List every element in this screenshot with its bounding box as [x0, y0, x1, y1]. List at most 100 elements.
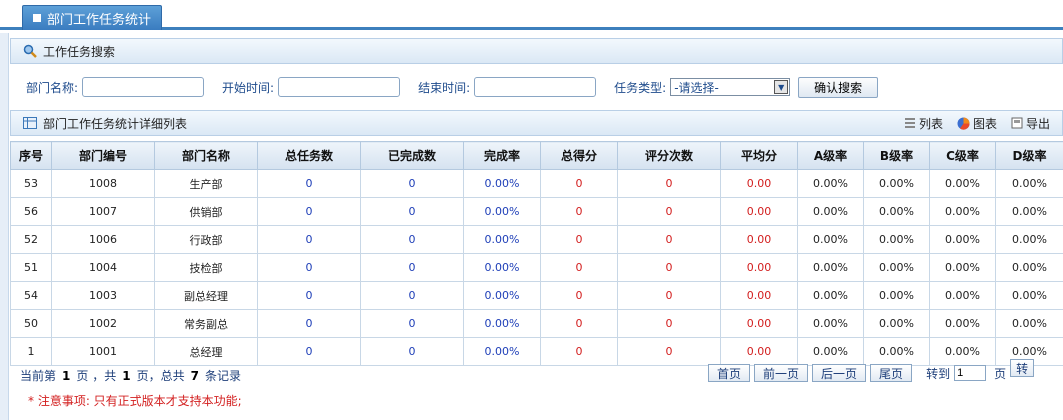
table-cell: 0.00%: [863, 253, 930, 282]
export-label: 导出: [1025, 116, 1050, 131]
table-cell: 0.00%: [995, 281, 1063, 310]
stats-table-container: 序号 部门编号 部门名称 总任务数 已完成数 完成率 总得分 评分次数 平均分 …: [10, 141, 1063, 366]
prev-page-button[interactable]: 前一页: [754, 364, 809, 382]
next-page-button[interactable]: 后一页: [812, 364, 867, 382]
export-icon: [1011, 117, 1023, 129]
pager-mid: 页 ，共: [76, 369, 117, 383]
table-cell: 行政部: [154, 225, 258, 254]
table-cell: 0.00: [720, 337, 798, 366]
table-cell: 0: [540, 169, 618, 198]
table-cell: 0: [257, 281, 361, 310]
pager-prefix: 当前第: [20, 369, 57, 383]
table-row: 1 1001 总经理 0 0 0.00% 0 0 0.00 0.00% 0.00% 0.00% 0.00…: [10, 337, 1063, 366]
table-cell: 0: [617, 197, 721, 226]
chart-view-button[interactable]: 图表: [957, 115, 997, 132]
notice: * 注意事项: 只有正式版本才支持本功能;: [28, 392, 242, 409]
table-cell: 0: [360, 169, 464, 198]
task-type-select[interactable]: -请选择- ▼: [670, 78, 791, 96]
go-button[interactable]: 转: [1010, 359, 1035, 377]
table-cell: 0: [257, 197, 361, 226]
top-tab-bar: 部门工作任务统计: [0, 0, 1063, 30]
table-cell: 0.00: [720, 169, 798, 198]
table-cell: 1007: [51, 197, 155, 226]
table-cell: 0.00%: [863, 281, 930, 310]
table-cell: 0.00%: [929, 281, 996, 310]
table-cell: 0.00%: [863, 197, 930, 226]
list-toolbar: 列表 图表 导出: [904, 115, 1062, 132]
table-cell: 0: [257, 309, 361, 338]
task-type-label: 任务类型:: [614, 80, 667, 95]
list-section-header: 部门工作任务统计详细列表 列表 图表 导出: [10, 110, 1063, 136]
notice-text: 注意事项: 只有正式版本才支持本功能;: [37, 394, 242, 408]
table-row: 53 1008 生产部 0 0 0.00% 0 0 0.00 0.00% 0.00% 0.00% 0.0…: [10, 169, 1063, 198]
table-cell: 供销部: [154, 197, 258, 226]
table-cell: 0.00%: [463, 225, 541, 254]
table-cell: 0: [360, 197, 464, 226]
left-frame-strip: [0, 33, 9, 420]
end-time-label: 结束时间:: [418, 80, 471, 95]
table-cell: 0.00%: [863, 225, 930, 254]
list-icon: [904, 118, 915, 128]
col-header: 总得分: [540, 141, 618, 170]
table-cell: 0.00%: [929, 225, 996, 254]
table-cell: 生产部: [154, 169, 258, 198]
dept-name-input[interactable]: [82, 77, 205, 97]
col-header: D级率: [995, 141, 1063, 170]
list-view-button[interactable]: 列表: [904, 115, 943, 132]
table-cell: 1004: [51, 253, 155, 282]
magnifier-icon: [23, 44, 37, 58]
table-cell: 0: [617, 253, 721, 282]
export-button[interactable]: 导出: [1011, 115, 1050, 132]
table-cell: 0.00%: [797, 169, 864, 198]
table-cell: 0: [617, 281, 721, 310]
start-time-input[interactable]: [278, 77, 401, 97]
table-cell: 0.00%: [863, 309, 930, 338]
table-cell: 0.00%: [463, 337, 541, 366]
table-cell: 0.00%: [797, 337, 864, 366]
table-cell: 技检部: [154, 253, 258, 282]
table-cell: 0: [540, 225, 618, 254]
table-row: 56 1007 供销部 0 0 0.00% 0 0 0.00 0.00% 0.00% 0.00% 0.0…: [10, 197, 1063, 226]
table-cell: 1008: [51, 169, 155, 198]
table-cell: 0: [617, 169, 721, 198]
table-cell: 1006: [51, 225, 155, 254]
table-cell: 0: [617, 309, 721, 338]
pager-suffix1: 页，总共: [136, 369, 185, 383]
dept-name-label: 部门名称:: [26, 80, 79, 95]
table-cell: 51: [10, 253, 52, 282]
pager-controls: 首页 前一页 后一页 尾页 转到 页 转: [708, 359, 1035, 382]
table-cell: 56: [10, 197, 52, 226]
table-row: 50 1002 常务副总 0 0 0.00% 0 0 0.00 0.00% 0.00% 0.00% 0.…: [10, 309, 1063, 338]
table-cell: 副总经理: [154, 281, 258, 310]
table-cell: 0.00%: [995, 169, 1063, 198]
page-unit: 页: [994, 366, 1007, 381]
table-cell: 0.00%: [863, 337, 930, 366]
table-cell: 0.00%: [463, 309, 541, 338]
table-cell: 0: [360, 281, 464, 310]
table-cell: 0: [540, 253, 618, 282]
confirm-search-button[interactable]: 确认搜索: [798, 76, 879, 98]
table-cell: 0.00%: [797, 281, 864, 310]
table-cell: 1001: [51, 337, 155, 366]
col-header: C级率: [929, 141, 996, 170]
goto-page-input[interactable]: [954, 365, 987, 381]
chevron-down-icon[interactable]: ▼: [774, 80, 789, 94]
col-header: 已完成数: [360, 141, 464, 170]
table-cell: 0.00%: [797, 309, 864, 338]
table-cell: 0.00%: [995, 253, 1063, 282]
table-cell: 0: [360, 309, 464, 338]
table-icon: [23, 117, 37, 129]
goto-label: 转到: [926, 366, 951, 381]
table-header-row: 序号 部门编号 部门名称 总任务数 已完成数 完成率 总得分 评分次数 平均分 …: [10, 141, 1063, 170]
table-cell: 0: [540, 337, 618, 366]
table-cell: 总经理: [154, 337, 258, 366]
first-page-button[interactable]: 首页: [708, 364, 751, 382]
list-view-label: 列表: [918, 116, 943, 131]
end-time-input[interactable]: [474, 77, 597, 97]
tab-dept-task-stats[interactable]: 部门工作任务统计: [22, 5, 163, 30]
table-cell: 0: [257, 225, 361, 254]
table-cell: 0.00%: [929, 337, 996, 366]
last-page-button[interactable]: 尾页: [870, 364, 913, 382]
col-header: B级率: [863, 141, 930, 170]
table-cell: 1002: [51, 309, 155, 338]
